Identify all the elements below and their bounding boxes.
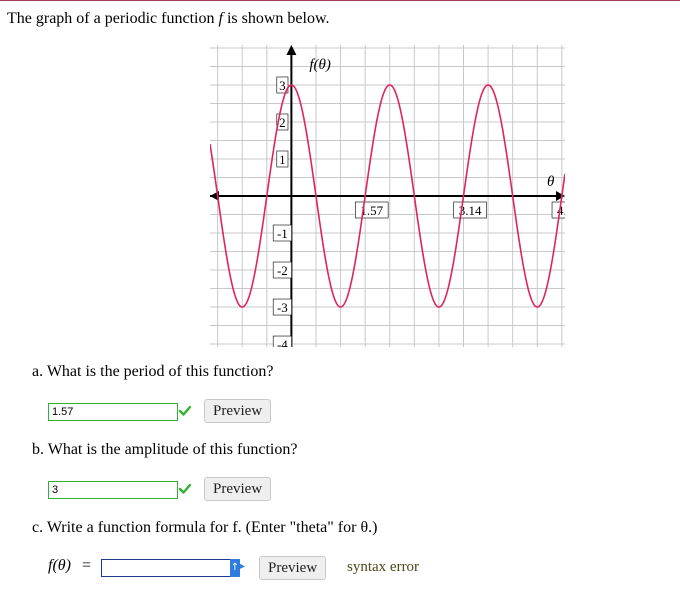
editor-dropdown-icon[interactable]: ▸ [240, 561, 245, 572]
periodic-function-graph: -1.571.573.144.716.28321-1-2-3-4f(θ)θ [210, 45, 565, 347]
svg-text:3: 3 [279, 78, 286, 93]
correct-check-icon [178, 405, 192, 416]
y-tick-label: -3 [272, 298, 292, 316]
x-tick-label: 1.57 [355, 201, 389, 219]
question-c-text: c. Write a function formula for f. (Ente… [32, 519, 378, 536]
y-tick-label: -1 [272, 224, 292, 242]
x-axis-title: θ [547, 174, 555, 190]
axes [210, 45, 565, 347]
period-answer-input[interactable] [48, 403, 178, 421]
top-divider [0, 0, 680, 1]
svg-text:2: 2 [279, 115, 286, 130]
y-tick-label: -2 [272, 261, 292, 279]
preview-button-c[interactable]: Preview [259, 556, 327, 580]
x-tick-label: 3.14 [453, 201, 487, 219]
function-label: f(θ) [48, 557, 71, 574]
svg-text:-4: -4 [277, 337, 288, 347]
svg-text:-2: -2 [277, 263, 288, 278]
tick-labels: -1.571.573.144.716.28321-1-2-3-4f(θ)θ [272, 57, 565, 347]
intro-text-end: is shown below. [222, 10, 330, 27]
question-a-text: a. What is the period of this function? [32, 363, 274, 380]
preview-button-a[interactable]: Preview [204, 399, 272, 423]
y-axis-arrow [286, 45, 297, 55]
svg-text:1: 1 [279, 152, 286, 167]
question-b-text: b. What is the amplitude of this functio… [32, 441, 298, 458]
correct-check-icon [178, 483, 192, 494]
formula-input[interactable] [101, 559, 235, 577]
x-axis-arrow [556, 191, 565, 201]
equation-editor-icon[interactable]: ↑ [230, 559, 240, 577]
svg-text:-3: -3 [277, 300, 288, 315]
amplitude-answer-input[interactable] [48, 481, 178, 499]
intro-text-start: The graph of a periodic function [7, 10, 219, 27]
y-tick-label: 1 [276, 150, 289, 168]
equals-sign: = [82, 557, 92, 574]
preview-button-b[interactable]: Preview [204, 477, 272, 501]
syntax-error-message: syntax error [347, 559, 420, 575]
problem-intro: The graph of a periodic function f is sh… [7, 10, 329, 28]
svg-text:-1: -1 [277, 226, 288, 241]
y-tick-label: -4 [272, 335, 292, 347]
y-axis-title: f(θ) [309, 57, 331, 73]
